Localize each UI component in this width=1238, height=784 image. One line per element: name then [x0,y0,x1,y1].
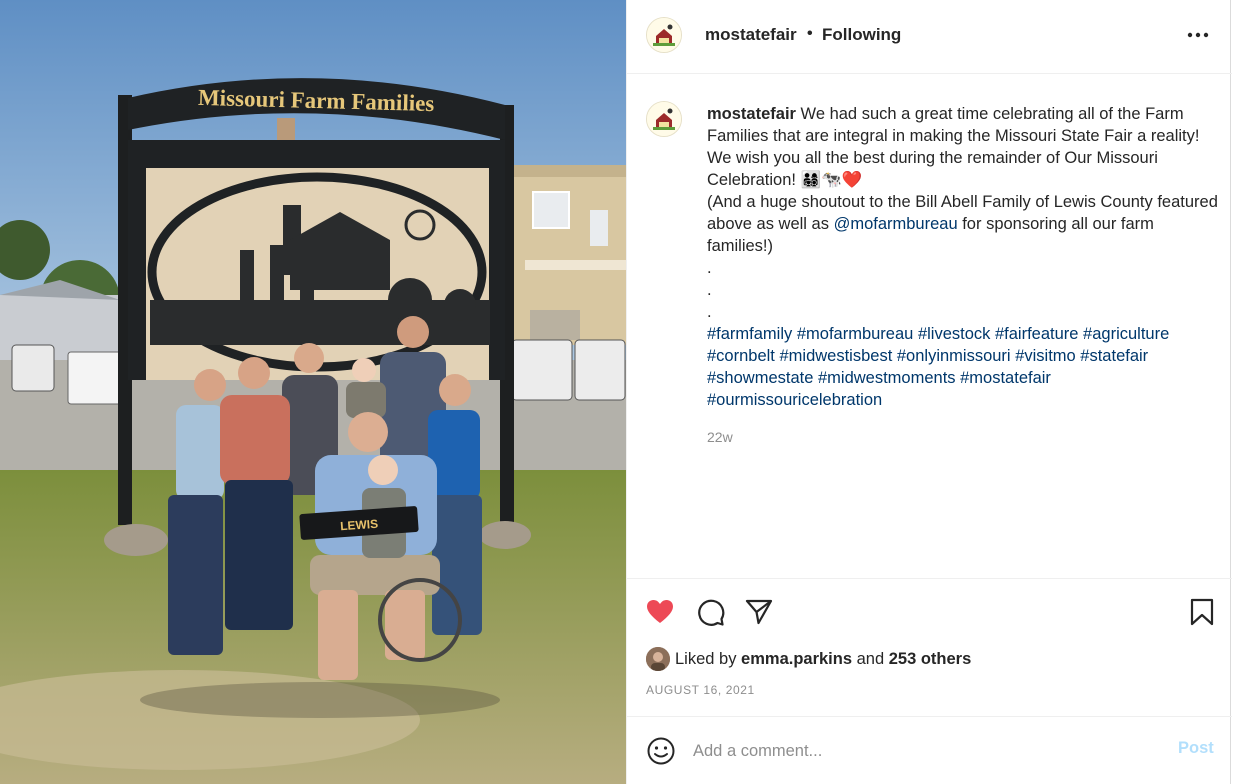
liker-photo [646,647,670,671]
caption-username[interactable]: mostatefair [707,105,796,123]
caption-dot: . [707,259,712,277]
hashtag-link[interactable]: #midwestmoments [818,369,956,387]
post-comment-button[interactable]: Post [1178,739,1214,758]
hashtag-link[interactable]: #cornbelt [707,347,775,365]
bookmark-icon[interactable] [1187,597,1217,627]
mostatefair-logo [647,18,681,52]
and-label: and [852,649,889,668]
liker-username[interactable]: emma.parkins [741,650,852,669]
header-username[interactable]: mostatefair [705,25,797,45]
caption-dot: . [707,281,712,299]
hashtag-link[interactable]: #mofarmbureau [797,325,913,343]
liked-by-label: Liked by [675,649,742,668]
post-age[interactable]: 22w [707,429,733,445]
post-header: mostatefair • Following [627,0,1232,74]
mostatefair-logo [647,102,681,136]
caption-avatar[interactable] [646,101,682,137]
post-actions: Liked by emma.parkins and 253 others AUG… [627,578,1232,716]
hashtag-link[interactable]: #statefair [1080,347,1148,365]
hashtag-link[interactable]: #showmestate [707,369,813,387]
comment-input[interactable] [693,737,1163,765]
hashtag-link[interactable]: #fairfeature [995,325,1078,343]
caption-shoutout: (And a huge shoutout to the Bill Abell F… [707,191,1219,257]
hashtag-link[interactable]: #farmfamily [707,325,792,343]
heart-icon[interactable] [645,597,675,627]
account-avatar[interactable] [646,17,682,53]
hashtag-link[interactable]: #agriculture [1083,325,1169,343]
caption-section: mostatefair We had such a great time cel… [627,75,1232,577]
post-date[interactable]: AUGUST 16, 2021 [646,683,755,697]
hashtag-list: #farmfamily #mofarmbureau #livestock #fa… [707,323,1219,411]
hashtag-link[interactable]: #midwestisbest [779,347,892,365]
like-summary: Liked by emma.parkins and 253 others [646,647,971,671]
emoji-icon[interactable] [646,736,676,766]
others-count[interactable]: 253 others [889,650,972,669]
comment-composer: Post [627,716,1232,784]
paper-plane-icon[interactable] [744,597,774,627]
post-photo[interactable]: Missouri Farm Families LEWIS [0,0,626,784]
hashtag-link[interactable]: #visitmo [1015,347,1076,365]
mention-link[interactable]: @mofarmbureau [834,215,958,233]
post-caption: mostatefair We had such a great time cel… [707,103,1219,411]
post-side-panel: mostatefair • Following mostatefair We h… [626,0,1232,784]
header-separator: • [807,25,813,42]
hashtag-link[interactable]: #onlyinmissouri [897,347,1011,365]
hashtag-link[interactable]: #livestock [918,325,990,343]
comment-icon[interactable] [695,597,725,627]
hashtag-link[interactable]: #ourmissouricelebration [707,391,882,409]
caption-dot: . [707,303,712,321]
placard-text: LEWIS [340,517,379,534]
more-horizontal-icon[interactable] [1185,24,1211,46]
liker-avatar[interactable] [646,647,670,671]
following-button[interactable]: Following [822,25,901,45]
hashtag-link[interactable]: #mostatefair [960,369,1051,387]
family-photo-illustration: Missouri Farm Families LEWIS [0,0,626,784]
